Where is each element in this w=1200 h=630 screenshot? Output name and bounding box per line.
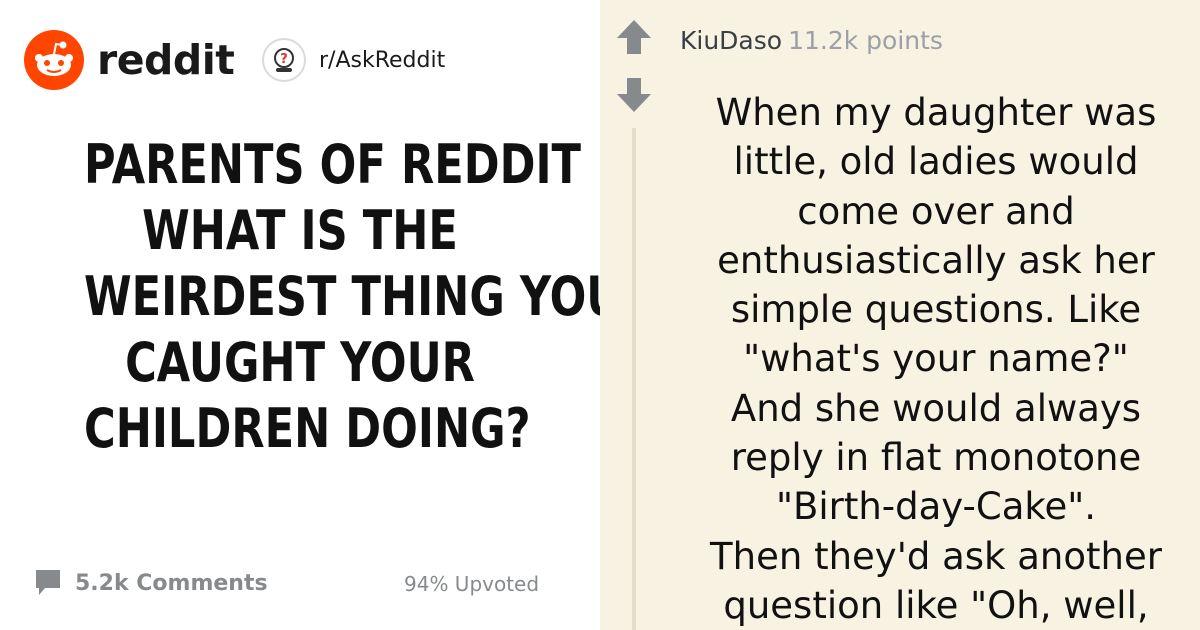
comment-line: enthusiastically ask her — [717, 238, 1155, 282]
subreddit-link[interactable]: ? r/AskReddit — [262, 38, 445, 82]
comment-line: little, old ladies would — [733, 140, 1139, 184]
subreddit-name: r/AskReddit — [319, 47, 446, 73]
post-title-line: WHAT IS THE — [142, 199, 458, 262]
upvote-ratio: 94% Upvoted — [404, 572, 540, 596]
post-title-line: CAUGHT YOUR — [125, 331, 475, 394]
comments-count: 5.2k Comments — [75, 570, 268, 596]
comment-line: When my daughter was — [715, 91, 1157, 134]
comment-line: "what's your name?" — [743, 337, 1129, 381]
comment-line: simple questions. Like — [730, 288, 1142, 332]
comment-meta: KiuDaso 11.2k points — [680, 26, 943, 55]
post-title: PARENTS OF REDDIT WHAT IS THE WEIRDEST T… — [84, 132, 622, 462]
post-title-line: WEIRDEST THING YOU — [84, 265, 622, 328]
comment-line: And she would always — [730, 386, 1142, 430]
reddit-snoo-icon — [24, 30, 84, 90]
askreddit-question-icon: ? — [262, 38, 306, 82]
comment-author[interactable]: KiuDaso — [680, 26, 782, 55]
comment-points: 11.2k points — [788, 26, 943, 55]
comments-button[interactable]: 5.2k Comments — [34, 568, 268, 598]
comment-line: Then they'd ask another — [710, 534, 1162, 578]
comment-panel: KiuDaso 11.2k points When my daughter was… — [600, 0, 1200, 630]
downvote-arrow-icon[interactable] — [615, 76, 653, 114]
brand-name: reddit — [97, 36, 235, 84]
comment-line: question like "Oh, well, — [723, 583, 1149, 627]
post-title-line: PARENTS OF REDDIT — [84, 133, 581, 196]
upvote-arrow-icon[interactable] — [615, 18, 653, 56]
reddit-logo[interactable]: reddit — [24, 30, 235, 90]
thread-line[interactable] — [632, 128, 636, 630]
post-title-line: CHILDREN DOING? — [84, 397, 531, 460]
comment-line: reply in flat monotone — [730, 436, 1142, 480]
comment-bubble-icon — [36, 570, 60, 595]
post-panel: reddit ? r/AskReddit PARENTS OF REDDIT W… — [0, 0, 622, 630]
comment-line: come over and — [797, 189, 1075, 233]
comment-body: When my daughter was little, old ladies … — [678, 88, 1194, 630]
svg-text:?: ? — [280, 52, 288, 67]
comment-line: "Birth-day-Cake". — [775, 485, 1097, 529]
